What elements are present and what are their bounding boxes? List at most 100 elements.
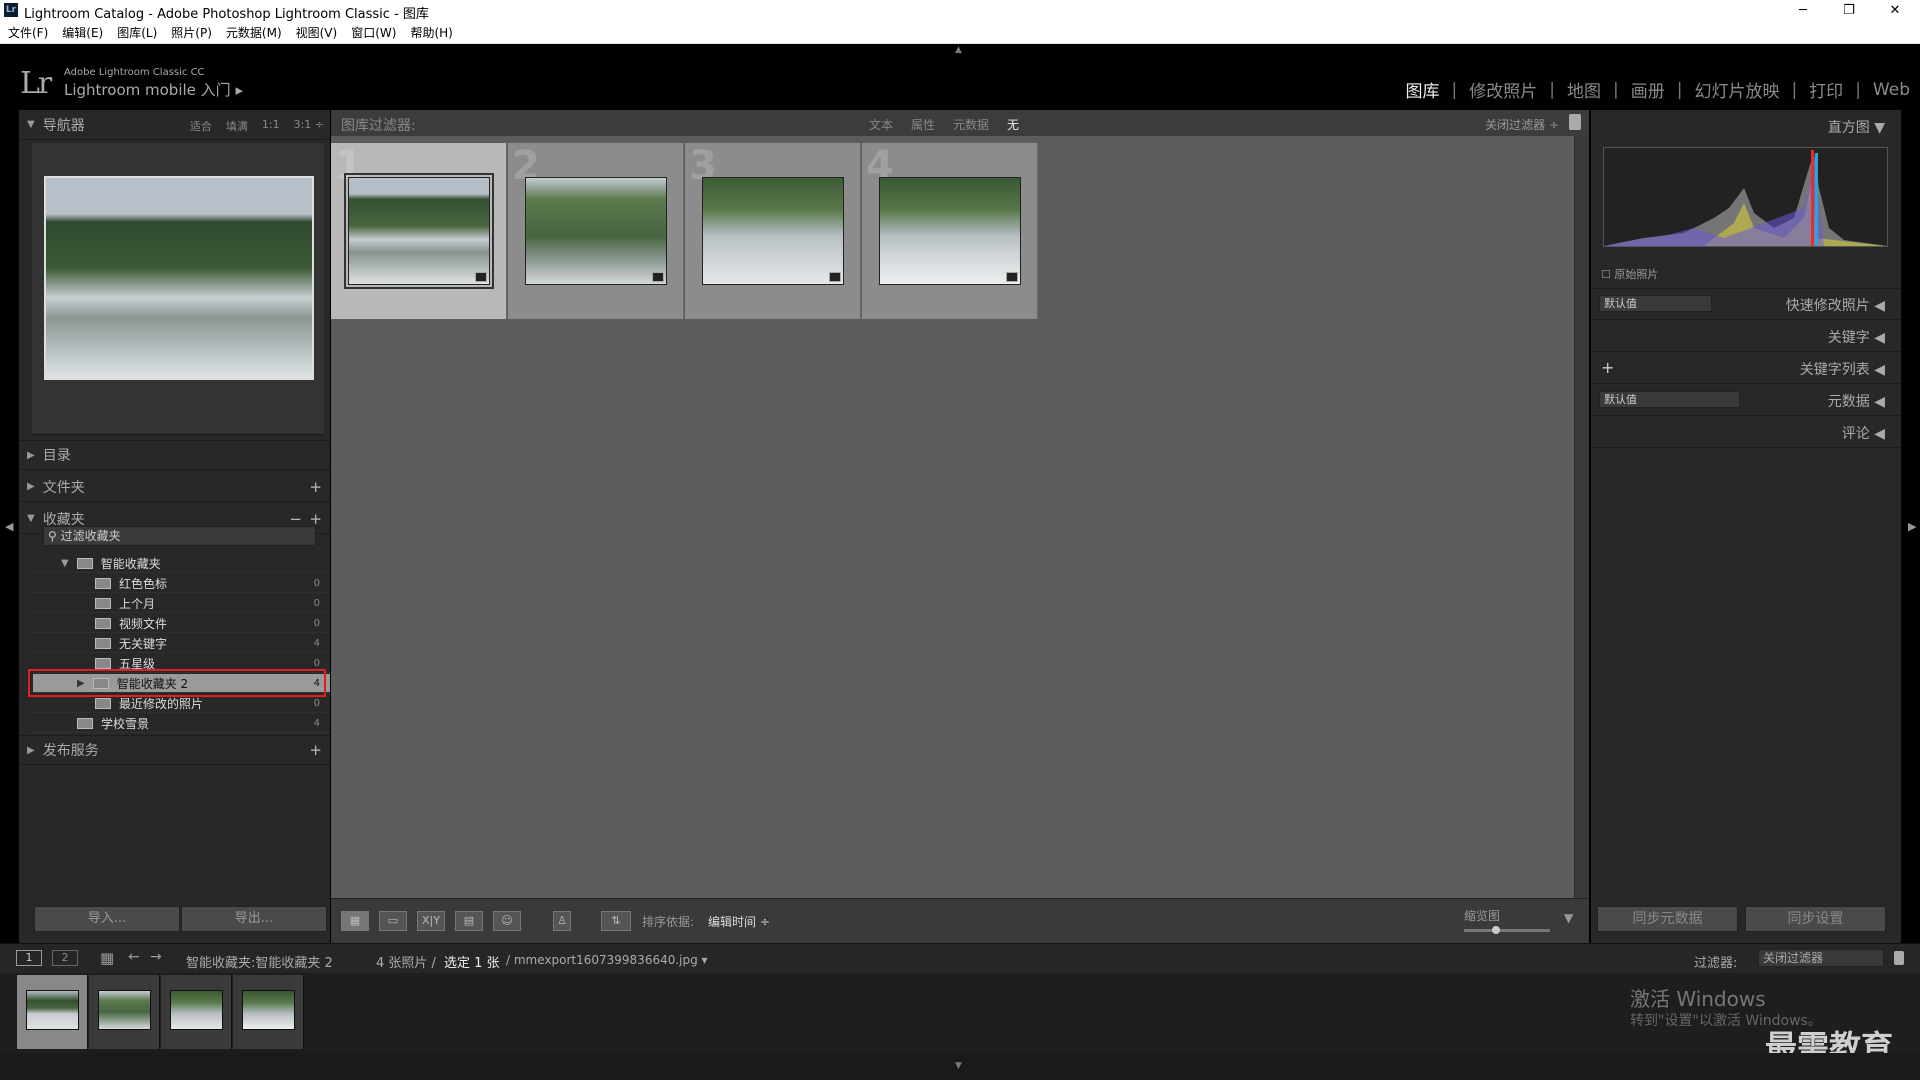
- filename-dropdown[interactable]: / mmexport1607399836640.jpg ▾: [506, 953, 708, 967]
- grid-icon[interactable]: ▦: [100, 949, 114, 967]
- secondary-window-button[interactable]: 2: [52, 950, 78, 966]
- restore-button[interactable]: ❐: [1826, 0, 1872, 22]
- module-web[interactable]: Web: [1873, 80, 1910, 100]
- navigator-header[interactable]: ▼ 导航器 适合 填满 1:1 3:1 ÷: [19, 110, 330, 140]
- filter-text[interactable]: 文本: [869, 116, 893, 133]
- menu-metadata[interactable]: 元数据(M): [226, 24, 282, 41]
- sort-dropdown[interactable]: 编辑时间 ÷: [708, 913, 770, 930]
- filmstrip-toggle-icon[interactable]: ▼: [955, 1061, 962, 1071]
- filter-lock-icon[interactable]: [1894, 951, 1904, 965]
- filter-collections-input[interactable]: ⚲ 过滤收藏夹: [43, 526, 316, 546]
- metadata-header[interactable]: 元数据 ◀: [1828, 391, 1885, 411]
- zoom-fit[interactable]: 适合: [190, 118, 212, 134]
- keyword-list-header[interactable]: 关键字列表 ◀: [1800, 359, 1885, 379]
- loupe-view-icon[interactable]: ▭: [379, 911, 407, 931]
- mobile-link[interactable]: Lightroom mobile 入门 ▸: [64, 79, 243, 100]
- filmstrip-filter-dropdown[interactable]: 关闭过滤器: [1758, 949, 1884, 967]
- filter-attribute[interactable]: 属性: [911, 116, 935, 133]
- back-arrow-icon[interactable]: ←: [128, 949, 140, 965]
- filmstrip-thumbnail[interactable]: [17, 975, 88, 1049]
- module-library[interactable]: 图库: [1406, 77, 1440, 102]
- photo-thumbnail[interactable]: [344, 173, 494, 289]
- filter-metadata[interactable]: 元数据: [953, 116, 989, 133]
- module-print[interactable]: 打印: [1809, 77, 1843, 102]
- keywording-header[interactable]: 关键字 ◀: [1828, 327, 1885, 347]
- filter-none[interactable]: 无: [1007, 116, 1019, 133]
- right-panel-toggle-icon[interactable]: ▶: [1908, 520, 1916, 533]
- toolbar-menu-icon[interactable]: ▼: [1564, 911, 1573, 925]
- import-button[interactable]: 导入...: [34, 906, 180, 932]
- grid-view-icon[interactable]: ▦: [341, 911, 369, 931]
- product-name: Adobe Lightroom Classic CC: [64, 67, 205, 78]
- zoom-fill[interactable]: 填满: [226, 118, 248, 134]
- collection-item[interactable]: 视频文件 0: [33, 614, 330, 633]
- sort-direction-icon[interactable]: ⇅: [601, 911, 631, 931]
- remove-collection-icon[interactable]: −: [289, 510, 302, 528]
- show-original-checkbox[interactable]: ☐ 原始照片: [1601, 266, 1658, 282]
- collection-count: 0: [313, 597, 320, 609]
- zoom-3-1[interactable]: 3:1 ÷: [294, 118, 324, 134]
- primary-window-button[interactable]: 1: [16, 950, 42, 966]
- collection-item[interactable]: 学校雪景 4: [33, 714, 330, 733]
- menu-window[interactable]: 窗口(W): [351, 24, 396, 41]
- export-button[interactable]: 导出...: [181, 906, 327, 932]
- filmstrip-thumbnail[interactable]: [89, 975, 160, 1049]
- publish-services-header[interactable]: ▶ 发布服务 +: [19, 735, 330, 765]
- grid-cell[interactable]: 2: [508, 143, 684, 319]
- menu-photo[interactable]: 照片(P): [171, 24, 212, 41]
- add-collection-icon[interactable]: +: [309, 510, 322, 528]
- catalog-header[interactable]: ▶ 目录: [19, 440, 330, 470]
- add-keyword-icon[interactable]: +: [1601, 358, 1614, 377]
- compare-view-icon[interactable]: X|Y: [417, 911, 445, 931]
- menu-help[interactable]: 帮助(H): [410, 24, 452, 41]
- comments-header[interactable]: 评论 ◀: [1842, 423, 1885, 443]
- publish-services-title: 发布服务: [42, 743, 99, 759]
- menu-file[interactable]: 文件(F): [8, 24, 48, 41]
- thumbnail-size-slider[interactable]: [1464, 926, 1550, 934]
- survey-view-icon[interactable]: ▤: [455, 911, 483, 931]
- navigator-photo[interactable]: [44, 176, 314, 380]
- grid-scrollbar[interactable]: [1574, 136, 1589, 898]
- collection-item[interactable]: 无关键字 4: [33, 634, 330, 653]
- metadata-preset-dropdown[interactable]: 默认值: [1599, 391, 1740, 408]
- close-button[interactable]: ✕: [1872, 0, 1918, 22]
- zoom-1-1[interactable]: 1:1: [262, 118, 280, 134]
- filter-preset-dropdown[interactable]: 关闭过滤器 ÷: [1485, 116, 1559, 133]
- lock-icon[interactable]: [1569, 114, 1581, 130]
- photo-thumbnail[interactable]: [879, 177, 1021, 285]
- module-book[interactable]: 画册: [1631, 77, 1665, 102]
- module-map[interactable]: 地图: [1567, 77, 1601, 102]
- collection-item[interactable]: 上个月 0: [33, 594, 330, 613]
- grid-cell[interactable]: 1: [331, 143, 507, 319]
- minimize-button[interactable]: ─: [1780, 0, 1826, 22]
- sync-metadata-button[interactable]: 同步元数据: [1597, 906, 1738, 932]
- source-path[interactable]: 智能收藏夹:智能收藏夹 2: [186, 952, 333, 971]
- people-view-icon[interactable]: ☺: [493, 911, 521, 931]
- add-folder-icon[interactable]: +: [309, 478, 322, 496]
- slider-knob[interactable]: [1492, 926, 1500, 934]
- painter-icon[interactable]: ♙: [553, 911, 571, 931]
- filmstrip-thumbnail[interactable]: [161, 975, 232, 1049]
- expand-triangle-icon: ▶: [27, 481, 35, 492]
- menu-view[interactable]: 视图(V): [296, 24, 338, 41]
- top-panel-toggle-icon[interactable]: ▲: [955, 45, 962, 55]
- menu-library[interactable]: 图库(L): [117, 24, 157, 41]
- photo-thumbnail[interactable]: [702, 177, 844, 285]
- grid-cell[interactable]: 3: [685, 143, 861, 319]
- saved-preset-dropdown[interactable]: 默认值: [1599, 295, 1712, 312]
- folders-header[interactable]: ▶ 文件夹 +: [19, 472, 330, 502]
- sync-settings-button[interactable]: 同步设置: [1745, 906, 1886, 932]
- module-develop[interactable]: 修改照片: [1469, 77, 1537, 102]
- menu-edit[interactable]: 编辑(E): [62, 24, 103, 41]
- quick-develop-header[interactable]: 快速修改照片 ◀: [1786, 295, 1885, 315]
- add-publish-service-icon[interactable]: +: [309, 741, 322, 759]
- photo-thumbnail[interactable]: [525, 177, 667, 285]
- module-slideshow[interactable]: 幻灯片放映: [1694, 77, 1779, 102]
- left-panel-toggle-icon[interactable]: ◀: [5, 520, 13, 533]
- forward-arrow-icon[interactable]: →: [150, 949, 162, 965]
- grid-cell[interactable]: 4: [862, 143, 1038, 319]
- smart-collections-set[interactable]: ▼ 智能收藏夹: [33, 554, 330, 573]
- collection-item[interactable]: 红色色标 0: [33, 574, 330, 593]
- histogram-header[interactable]: 直方图 ▼: [1828, 117, 1885, 137]
- filmstrip-thumbnail[interactable]: [233, 975, 304, 1049]
